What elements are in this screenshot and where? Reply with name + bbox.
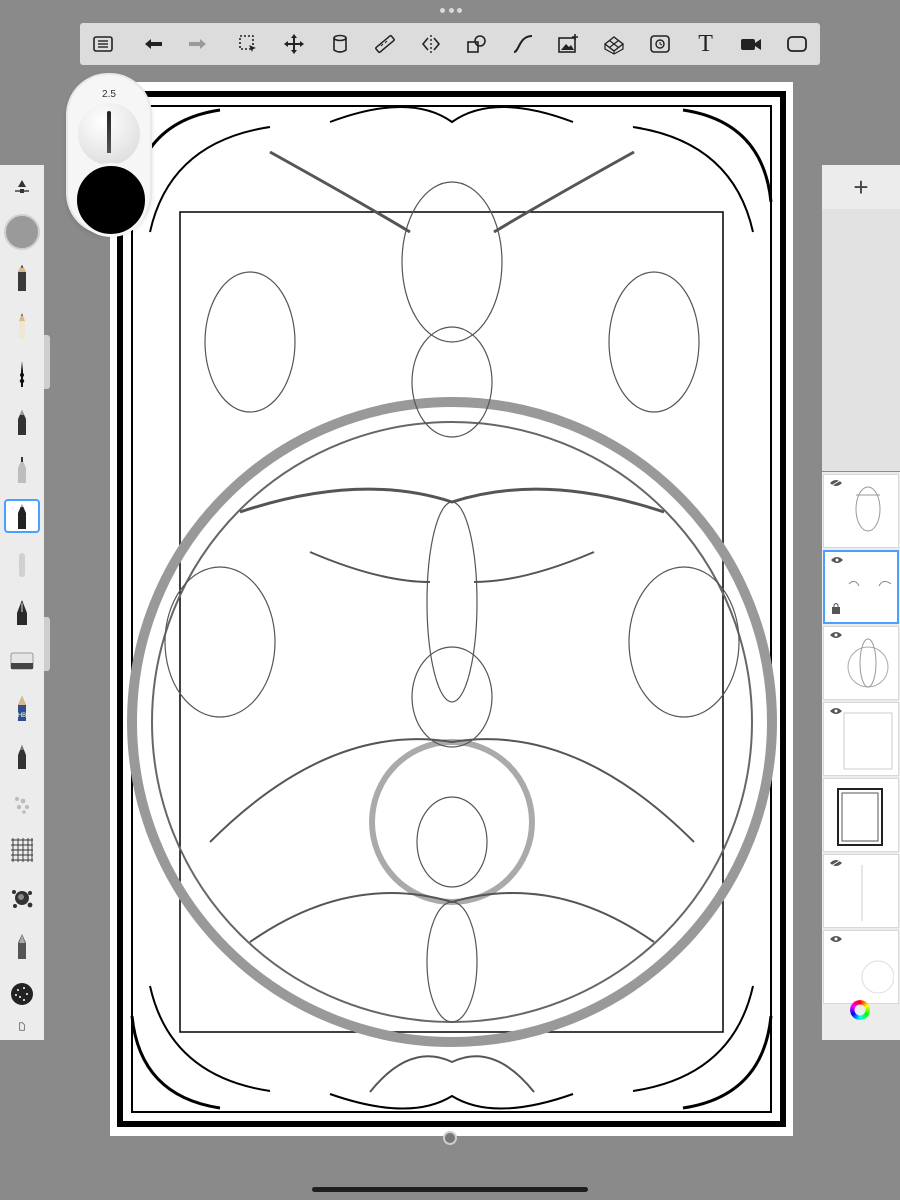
paintbrush-icon[interactable] (4, 739, 40, 773)
eye-icon[interactable] (830, 935, 842, 943)
eye-icon[interactable] (830, 707, 842, 715)
drawing-canvas[interactable] (110, 82, 793, 1136)
fill-icon[interactable] (317, 23, 363, 65)
fullscreen-icon[interactable] (774, 23, 820, 65)
size-slider-icon[interactable] (12, 177, 32, 197)
symmetry-icon[interactable] (408, 23, 454, 65)
lock-icon[interactable] (831, 602, 841, 614)
layer-thumbnail[interactable] (823, 930, 899, 1004)
pencil-light-icon[interactable] (4, 309, 40, 343)
color-wheel-icon[interactable] (850, 1000, 870, 1020)
left-panel-handle[interactable] (44, 335, 50, 389)
layer-preview (848, 580, 892, 587)
brush-properties-popover: 2.5 (68, 75, 150, 237)
layer-preview (843, 712, 893, 770)
multitask-dots[interactable] (440, 6, 462, 14)
artwork-illustration (117, 91, 786, 1127)
layer-thumbnail[interactable] (823, 550, 899, 624)
texture-brush-icon[interactable] (4, 787, 40, 821)
layer-preview (847, 638, 889, 688)
brush-preview[interactable] (78, 103, 140, 165)
layers-list-icon[interactable] (80, 23, 126, 65)
home-indicator[interactable] (312, 1187, 588, 1192)
airbrush-icon[interactable] (4, 547, 40, 581)
layer-thumbnail[interactable] (823, 626, 899, 700)
pencil-icon[interactable] (4, 261, 40, 295)
technical-pen-icon[interactable] (4, 453, 40, 487)
eye-icon[interactable] (831, 556, 843, 564)
layer-thumbnail[interactable] (823, 854, 899, 928)
ruler-icon[interactable] (362, 23, 408, 65)
layer-preview (855, 486, 881, 532)
shape-icon[interactable] (454, 23, 500, 65)
image-insert-icon[interactable] (545, 23, 591, 65)
transform-icon[interactable] (271, 23, 317, 65)
add-layer-button[interactable]: + (822, 165, 900, 209)
layer-panel-spacer (822, 209, 900, 471)
layer-preview (861, 865, 863, 921)
text-icon[interactable]: T (683, 23, 729, 65)
fountain-pen-icon[interactable] (4, 595, 40, 629)
calligraphy-pen-icon[interactable] (4, 929, 40, 963)
selection-icon[interactable] (225, 23, 271, 65)
hb-pencil-icon[interactable]: HB (4, 691, 40, 725)
layer-preview (837, 788, 883, 846)
layer-thumbnail[interactable] (823, 778, 899, 852)
eye-icon[interactable] (830, 859, 842, 867)
video-icon[interactable] (728, 23, 774, 65)
fineliner-icon[interactable] (4, 499, 40, 533)
brush-folder-icon[interactable] (4, 1015, 40, 1037)
layer-thumbnail[interactable] (823, 474, 899, 548)
splatter-brush-icon[interactable] (4, 881, 40, 915)
redo-icon[interactable] (175, 23, 221, 65)
left-panel-handle-lower[interactable] (44, 617, 50, 671)
layer-preview (861, 960, 894, 994)
eye-icon[interactable] (830, 479, 842, 487)
color-swatch[interactable] (74, 163, 148, 237)
opacity-slider[interactable] (4, 214, 40, 250)
ink-brush-icon[interactable] (4, 357, 40, 391)
brush-size-value: 2.5 (102, 89, 116, 100)
canvas-resize-handle[interactable] (443, 1131, 457, 1145)
hb-label: HB (18, 713, 26, 719)
curve-icon[interactable] (500, 23, 546, 65)
undo-icon[interactable] (130, 23, 176, 65)
perspective-icon[interactable] (591, 23, 637, 65)
marker-icon[interactable] (4, 405, 40, 439)
eraser-icon[interactable] (4, 643, 40, 677)
layers-panel (822, 472, 900, 1040)
top-toolbar: T (80, 23, 820, 65)
brush-library-panel: HB (0, 165, 44, 1040)
layer-thumbnail[interactable] (823, 702, 899, 776)
timelapse-icon[interactable] (637, 23, 683, 65)
eye-icon[interactable] (830, 631, 842, 639)
noise-brush-icon[interactable] (4, 977, 40, 1011)
grid-brush-icon[interactable] (4, 833, 40, 867)
